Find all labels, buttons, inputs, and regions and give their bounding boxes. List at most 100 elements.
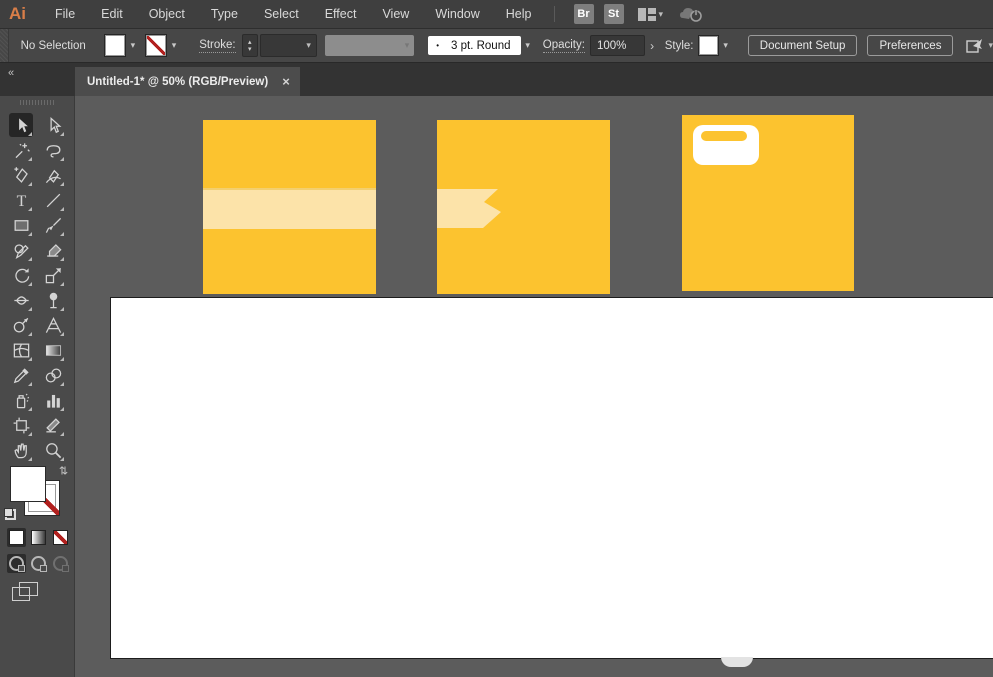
menu-edit[interactable]: Edit	[88, 7, 136, 21]
paintbrush-tool[interactable]	[41, 213, 65, 237]
gradient-tool[interactable]	[41, 338, 65, 362]
panel-grip[interactable]	[0, 29, 9, 62]
menu-help[interactable]: Help	[493, 7, 545, 21]
puppet-warp-tool[interactable]	[41, 288, 65, 312]
menu-select[interactable]: Select	[251, 7, 312, 21]
chevron-down-icon: ▾	[171, 40, 177, 50]
style-swatch[interactable]	[698, 35, 719, 56]
column-graph-tool[interactable]	[41, 388, 65, 412]
chevron-down-icon: ▾	[525, 40, 530, 50]
hand-tool[interactable]	[9, 438, 33, 462]
curvature-tool[interactable]	[41, 163, 65, 187]
selection-status: No Selection	[20, 39, 86, 52]
magic-wand-tool[interactable]	[9, 138, 33, 162]
artboard-tool[interactable]	[9, 413, 33, 437]
default-fill-stroke-icon[interactable]	[4, 508, 16, 520]
menu-window[interactable]: Window	[422, 7, 492, 21]
width-tool[interactable]	[9, 288, 33, 312]
stroke-color-swatch[interactable]	[145, 34, 167, 57]
zoom-tool[interactable]	[41, 438, 65, 462]
menu-effect[interactable]: Effect	[312, 7, 370, 21]
fill-indicator[interactable]	[10, 466, 46, 502]
canvas-area[interactable]	[75, 96, 993, 677]
light-ellipse-shape[interactable]	[721, 657, 753, 667]
go-to-bridge-button[interactable]: Br	[573, 4, 594, 24]
menu-view[interactable]: View	[369, 7, 422, 21]
scale-tool[interactable]	[41, 263, 65, 287]
stepper-up-icon[interactable]: ▴	[248, 39, 252, 46]
chevron-down-icon: ▾	[658, 8, 664, 19]
pen-tool[interactable]	[9, 163, 33, 187]
document-tab[interactable]: Untitled-1* @ 50% (RGB/Preview) ×	[75, 67, 300, 96]
pencil-tool[interactable]	[9, 238, 33, 262]
stroke-weight-dropdown[interactable]: ▾	[259, 34, 317, 57]
brush-definition-value: 3 pt. Round	[451, 39, 511, 52]
preferences-button[interactable]: Preferences	[867, 35, 954, 56]
shape-builder-tool[interactable]	[9, 313, 33, 337]
perspective-grid-tool[interactable]	[41, 313, 65, 337]
yellow-square-card[interactable]	[682, 115, 854, 291]
lasso-tool[interactable]	[41, 138, 65, 162]
collapse-panel-icon[interactable]: «	[8, 67, 14, 79]
fill-color-dropdown-button[interactable]: ▾	[126, 35, 140, 56]
stroke-weight-stepper[interactable]: ▴ ▾	[241, 34, 258, 57]
line-segment-tool[interactable]	[41, 188, 65, 212]
type-tool[interactable]: T	[9, 188, 33, 212]
drawing-modes-row	[7, 554, 70, 573]
yellow-square-ribbon[interactable]	[437, 120, 610, 294]
none-button[interactable]	[51, 528, 70, 547]
document-setup-button[interactable]: Document Setup	[747, 35, 858, 56]
fill-color-swatch[interactable]	[103, 34, 126, 57]
cream-band[interactable]	[203, 188, 376, 229]
cream-ribbon[interactable]	[437, 120, 610, 294]
workspace-layout-icon	[637, 7, 656, 21]
opacity-label[interactable]: Opacity:	[542, 39, 585, 53]
direct-selection-tool[interactable]	[41, 113, 65, 137]
change-screen-mode-button[interactable]	[12, 582, 38, 602]
eyedropper-tool[interactable]	[9, 363, 33, 387]
chevron-down-icon: ▾	[404, 40, 410, 50]
close-tab-icon[interactable]: ×	[282, 74, 290, 89]
rotate-tool[interactable]	[9, 263, 33, 287]
align-options-button[interactable]: ▾	[965, 37, 993, 55]
menu-object[interactable]: Object	[136, 7, 198, 21]
document-tab-bar: « Untitled-1* @ 50% (RGB/Preview) ×	[0, 63, 993, 96]
brush-definition-chevron-button[interactable]: ▾	[521, 35, 535, 56]
screen-mode-icon	[12, 587, 30, 601]
symbol-sprayer-tool[interactable]	[9, 388, 33, 412]
artboard	[110, 297, 993, 659]
opacity-input[interactable]: 100%	[589, 35, 646, 56]
stepper-down-icon[interactable]: ▾	[248, 46, 252, 53]
yellow-square-band[interactable]	[203, 120, 376, 294]
blend-tool[interactable]	[41, 363, 65, 387]
eraser-tool[interactable]	[41, 238, 65, 262]
gradient-button[interactable]	[29, 528, 48, 547]
selection-tool[interactable]	[9, 113, 33, 137]
color-button[interactable]	[7, 528, 26, 547]
opacity-expand-button[interactable]: ›	[645, 35, 658, 56]
control-bar: No Selection ▾ ▾ Stroke: ▴ ▾ ▾ ▾ • 3 pt.…	[0, 29, 993, 63]
card-pill	[701, 131, 747, 141]
chevron-down-icon: ▾	[306, 40, 311, 50]
stroke-weight-label[interactable]: Stroke:	[199, 39, 236, 53]
swap-fill-stroke-icon[interactable]: ⇄	[57, 466, 70, 475]
document-tab-title: Untitled-1* @ 50% (RGB/Preview)	[87, 75, 269, 88]
menu-type[interactable]: Type	[198, 7, 251, 21]
brush-definition-dropdown[interactable]: • 3 pt. Round	[428, 36, 521, 55]
draw-behind-button[interactable]	[29, 554, 48, 573]
tools-panel: T ⇄	[0, 96, 75, 677]
menu-file[interactable]: File	[42, 7, 88, 21]
cc-sync-icon[interactable]	[679, 6, 705, 22]
align-icon	[966, 38, 983, 53]
draw-normal-button[interactable]	[7, 554, 26, 573]
mesh-tool[interactable]	[9, 338, 33, 362]
stroke-color-dropdown-button[interactable]: ▾	[167, 35, 181, 56]
adobe-stock-button[interactable]: St	[603, 4, 624, 24]
slice-tool[interactable]	[41, 413, 65, 437]
draw-inside-button	[51, 554, 70, 573]
rectangle-tool[interactable]	[9, 213, 33, 237]
tools-panel-header: «	[0, 63, 75, 96]
workspace-switcher-button[interactable]: ▾	[637, 7, 664, 21]
style-dropdown-button[interactable]: ▾	[719, 35, 733, 56]
tools-panel-grip[interactable]	[20, 100, 54, 105]
